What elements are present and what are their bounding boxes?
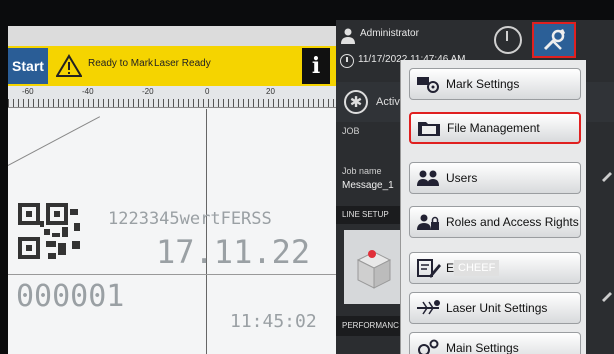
mark-text-counter[interactable]: 000001: [16, 279, 124, 314]
laser-icon: [410, 294, 446, 322]
ruler-label: -20: [142, 87, 154, 96]
ruler-label: -40: [82, 87, 94, 96]
ruler-label: -60: [22, 87, 34, 96]
start-button[interactable]: Start: [8, 48, 48, 84]
status-top-strip: [8, 26, 336, 46]
menu-item-users[interactable]: Users: [409, 162, 581, 194]
user-lock-icon: [410, 208, 446, 236]
warning-icon: [56, 54, 82, 77]
menu-item-label: Users: [446, 171, 478, 185]
job-name-value: Message_1: [342, 180, 394, 191]
screen-bezel-left: [0, 0, 8, 354]
menu-item-editor[interactable]: E CHEEF: [409, 252, 581, 284]
menu-item-label: E: [446, 261, 455, 275]
user-icon: [341, 28, 355, 44]
marking-workspace: Start Ready to Mark Laser Ready i -60 -4…: [8, 26, 336, 354]
star-icon: ✱: [344, 90, 368, 114]
line-setup-header: LINE SETUP: [336, 206, 406, 224]
clock-icon: [340, 54, 354, 68]
status-laser-ready: Laser Ready: [154, 58, 211, 69]
edit-icon[interactable]: [598, 150, 614, 340]
menu-item-label: Roles and Access Rights: [446, 215, 579, 229]
guide-line: [8, 116, 101, 183]
menu-item-file-management[interactable]: File Management: [409, 112, 581, 144]
menu-item-laser-unit-settings[interactable]: Laser Unit Settings: [409, 292, 581, 324]
job-section-label: JOB: [342, 126, 360, 136]
cube-icon: [356, 250, 392, 289]
users-icon: [410, 164, 446, 192]
tools-dropdown-menu: Mark Settings File Management Users Role…: [400, 60, 586, 354]
ruler-label: 0: [205, 87, 210, 96]
center-guide-vertical: [206, 109, 207, 354]
mark-text-serial[interactable]: 1223345wertFERSS: [108, 209, 272, 229]
menu-item-roles-access-rights[interactable]: Roles and Access Rights: [409, 206, 581, 238]
current-user: Administrator: [360, 28, 419, 39]
mark-text-time[interactable]: 11:45:02: [230, 311, 317, 332]
ruler-label: 20: [266, 87, 275, 96]
menu-item-label: Main Settings: [446, 341, 519, 354]
horizontal-ruler: -60 -40 -20 0 20: [8, 86, 336, 108]
job-name-label: Job name: [342, 166, 382, 176]
qr-code-object[interactable]: [18, 201, 96, 263]
menu-item-label: Laser Unit Settings: [446, 301, 548, 315]
info-button[interactable]: i: [302, 48, 330, 84]
folder-icon: [411, 114, 447, 142]
editor-icon: [410, 254, 446, 282]
menu-item-main-settings[interactable]: Main Settings: [409, 332, 581, 354]
menu-item-label: File Management: [447, 121, 540, 135]
tools-icon: [543, 29, 565, 51]
performance-header: PERFORMANC: [336, 316, 406, 336]
power-button[interactable]: [494, 26, 522, 54]
mark-preview-canvas[interactable]: 1223345wertFERSS 17.11.22 000001 11:45:0…: [8, 109, 336, 354]
status-ready-to-mark: Ready to Mark: [88, 58, 154, 69]
watermark-chip: CHEEF: [454, 260, 500, 276]
menu-item-mark-settings[interactable]: Mark Settings: [409, 68, 581, 100]
line-setup-tile[interactable]: [344, 230, 402, 304]
mark-text-date[interactable]: 17.11.22: [156, 233, 310, 271]
main-settings-icon: [410, 334, 446, 354]
mark-settings-icon: [410, 70, 446, 98]
ruler-ticks: [8, 99, 336, 107]
center-guide-horizontal: [8, 274, 336, 275]
menu-item-label: Mark Settings: [446, 77, 520, 91]
tools-menu-button[interactable]: [532, 22, 576, 58]
